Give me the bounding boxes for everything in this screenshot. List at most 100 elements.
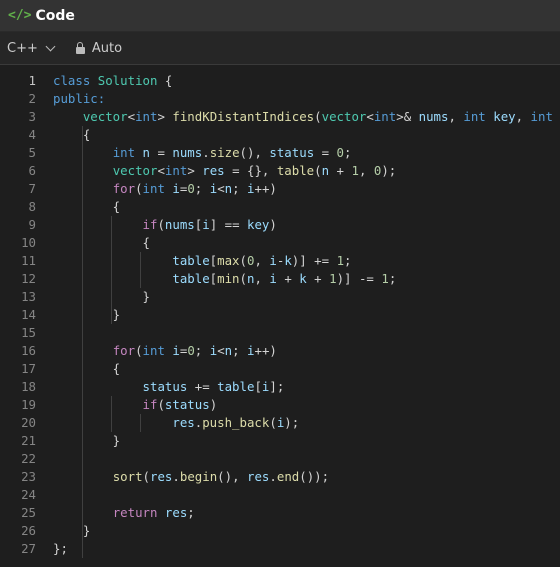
code-token: ( xyxy=(157,397,165,412)
code-token: table xyxy=(276,163,315,178)
code-line[interactable]: 13 } xyxy=(0,288,560,306)
code-token: i xyxy=(269,271,277,286)
code-text: if(nums[i] == key) xyxy=(53,216,277,234)
code-line[interactable]: 1 class Solution { xyxy=(0,72,560,90)
code-token: ; xyxy=(187,505,195,520)
code-line[interactable]: 2 public: xyxy=(0,90,560,108)
code-line[interactable]: 4 { xyxy=(0,126,560,144)
code-line[interactable]: 26 } xyxy=(0,522,560,540)
line-number: 16 xyxy=(21,343,36,358)
line-number: 27 xyxy=(21,541,36,556)
code-token: ( xyxy=(157,217,165,232)
code-line[interactable]: 22 xyxy=(0,450,560,468)
panel-header: </> Code xyxy=(0,0,560,32)
code-token: (), xyxy=(217,469,248,484)
code-token: ]; xyxy=(269,379,285,394)
code-token: = {}, xyxy=(224,163,277,178)
code-editor[interactable]: 1 class Solution {2 public: 3 vector<int> f… xyxy=(0,72,560,567)
code-token: vector xyxy=(112,163,158,178)
chevron-down-icon xyxy=(45,41,56,52)
code-token: ; xyxy=(194,343,210,358)
line-number: 15 xyxy=(21,325,36,340)
code-token: ; xyxy=(388,271,397,286)
code-line[interactable]: 18 status += table[i]; xyxy=(0,378,560,396)
code-line[interactable]: 9 if(nums[i] == key) xyxy=(0,216,560,234)
code-line[interactable]: 23 sort(res.begin(), res.end()); xyxy=(0,468,560,486)
language-selector[interactable]: C++ xyxy=(7,41,56,56)
line-number: 6 xyxy=(28,163,36,178)
code-token: sort xyxy=(112,469,143,484)
line-number: 18 xyxy=(21,379,36,394)
code-token: for xyxy=(112,181,136,196)
code-token: < xyxy=(157,163,165,178)
code-line[interactable]: 21 } xyxy=(0,432,560,450)
code-icon: </> xyxy=(8,8,32,23)
line-number: 19 xyxy=(21,397,36,412)
code-line[interactable]: 10 { xyxy=(0,234,560,252)
code-token: key xyxy=(493,109,516,124)
code-token: n xyxy=(142,145,150,160)
code-token: nums xyxy=(172,145,203,160)
code-token: table xyxy=(172,271,210,286)
code-line[interactable]: 19 if(status) xyxy=(0,396,560,414)
code-token: < xyxy=(217,343,225,358)
code-line[interactable]: 27}; xyxy=(0,540,560,558)
code-token: < xyxy=(127,109,136,124)
code-text: public: xyxy=(53,90,105,108)
code-token: )] += xyxy=(291,253,337,268)
code-token: i xyxy=(247,343,255,358)
code-token: n xyxy=(224,181,233,196)
code-line[interactable]: 15 xyxy=(0,324,560,342)
code-token: ( xyxy=(269,415,277,430)
code-token: class xyxy=(53,73,98,88)
line-number: 26 xyxy=(21,523,36,538)
code-text: for(int i=0; i<n; i++) xyxy=(53,180,277,198)
code-token: res xyxy=(172,415,195,430)
code-line[interactable]: 8 { xyxy=(0,198,560,216)
code-token: vector xyxy=(82,109,128,124)
code-token: for xyxy=(112,343,136,358)
code-line[interactable]: 20 res.push_back(i); xyxy=(0,414,560,432)
code-text: { xyxy=(53,198,120,216)
mode-auto[interactable]: Auto xyxy=(92,41,122,56)
code-token: (), xyxy=(239,145,270,160)
line-number: 14 xyxy=(21,307,36,322)
code-text: status += table[i]; xyxy=(53,378,285,396)
code-token: ()); xyxy=(299,469,330,484)
code-token: findKDistantIndices xyxy=(172,109,315,124)
code-token: = xyxy=(314,145,337,160)
code-token: min xyxy=(217,271,240,286)
code-line[interactable]: 7 for(int i=0; i<n; i++) xyxy=(0,180,560,198)
code-line[interactable]: 3 vector<int> findKDistantIndices(vector… xyxy=(0,108,560,126)
code-text: vector<int> res = {}, table(n + 1, 0); xyxy=(53,162,397,180)
code-line[interactable]: 24 xyxy=(0,486,560,504)
code-line[interactable]: 5 int n = nums.size(), status = 0; xyxy=(0,144,560,162)
code-token: key xyxy=(247,217,270,232)
code-line[interactable]: 12 table[min(n, i + k + 1)] -= 1; xyxy=(0,270,560,288)
code-token: table xyxy=(172,253,210,268)
code-token: int xyxy=(135,109,158,124)
code-token: { xyxy=(53,199,121,214)
code-line[interactable]: 25 return res; xyxy=(0,504,560,522)
code-token: { xyxy=(53,127,91,142)
code-token: k xyxy=(284,253,292,268)
code-text: res.push_back(i); xyxy=(53,414,299,432)
code-token: += xyxy=(187,379,218,394)
code-token: ); xyxy=(284,415,300,430)
code-line[interactable]: 14 } xyxy=(0,306,560,324)
code-text: return res; xyxy=(53,504,195,522)
code-line[interactable]: 11 table[max(0, i-k)] += 1; xyxy=(0,252,560,270)
code-token: } xyxy=(53,307,121,322)
code-line[interactable]: 6 vector<int> res = {}, table(n + 1, 0); xyxy=(0,162,560,180)
code-token: >& xyxy=(396,109,419,124)
code-line[interactable]: 17 { xyxy=(0,360,560,378)
code-text: } xyxy=(53,306,120,324)
code-token: ; xyxy=(232,343,248,358)
code-line[interactable]: 16 for(int i=0; i<n; i++) xyxy=(0,342,560,360)
